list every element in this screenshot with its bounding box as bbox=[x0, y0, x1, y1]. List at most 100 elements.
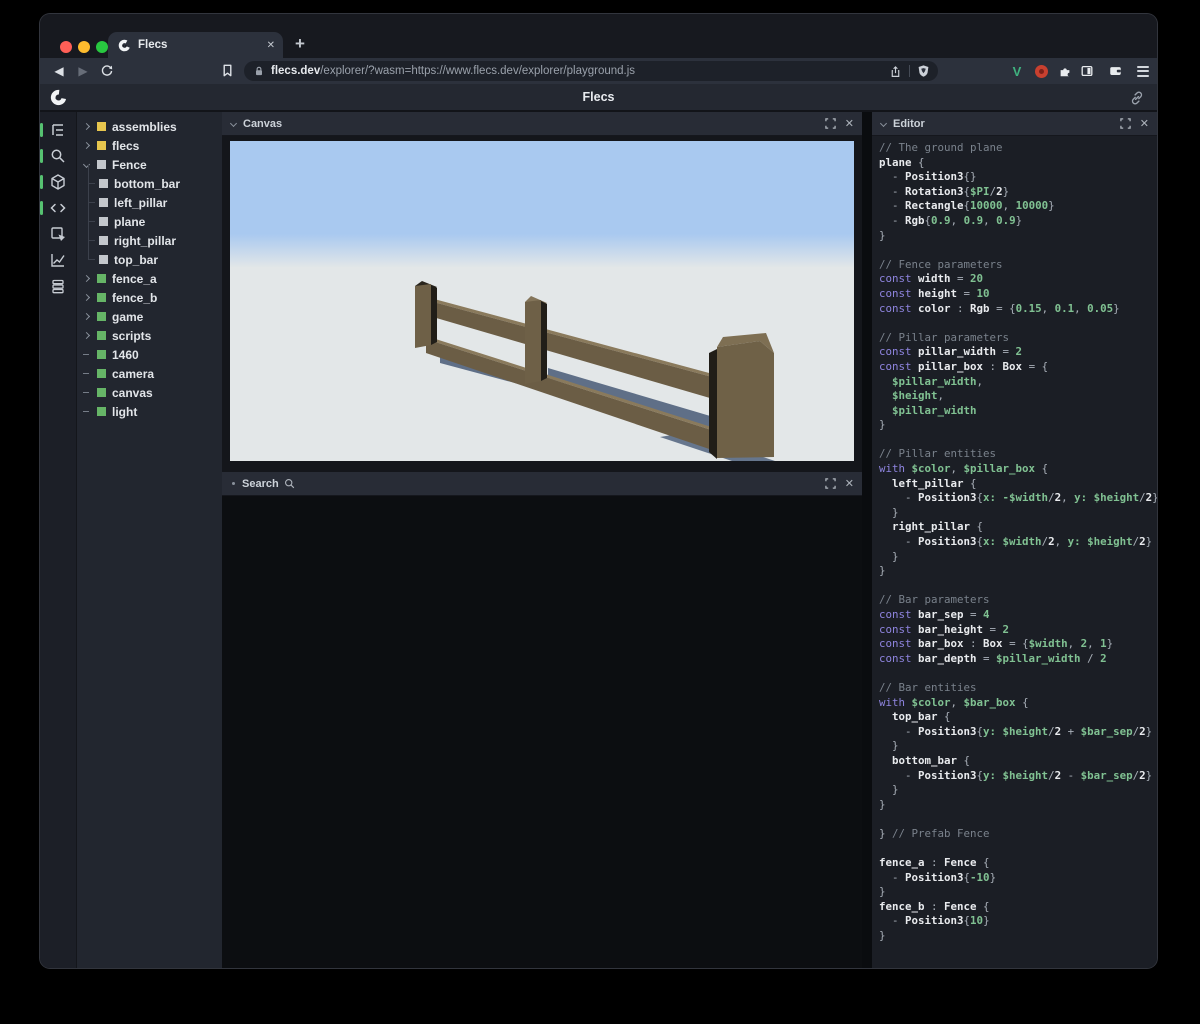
tab-title: Flecs bbox=[138, 39, 168, 51]
tree-item-light[interactable]: light bbox=[77, 402, 222, 421]
active-indicator bbox=[40, 123, 43, 137]
code-line: $height, bbox=[879, 389, 945, 403]
browser-window: Flecs ✕ + ◀ ▶ flecs.dev/explorer/?wasm=h… bbox=[40, 14, 1157, 968]
chevron-right-icon[interactable] bbox=[82, 312, 97, 321]
activity-commands-stack-button[interactable] bbox=[40, 273, 76, 299]
address-bar[interactable]: flecs.dev/explorer/?wasm=https://www.fle… bbox=[244, 61, 938, 81]
share-icon[interactable] bbox=[889, 65, 902, 78]
code-line: const height = 10 bbox=[879, 286, 990, 300]
code-line: right_pillar { bbox=[879, 520, 984, 534]
chevron-right-icon[interactable] bbox=[82, 331, 97, 340]
tree-item-fence_a[interactable]: fence_a bbox=[77, 269, 222, 288]
code-line: - Rectangle{10000, 10000} bbox=[879, 199, 1055, 213]
search-panel-body[interactable] bbox=[222, 496, 862, 968]
chevron-down-icon[interactable] bbox=[879, 119, 888, 128]
code-editor[interactable]: // The ground plane plane { - Position3{}… bbox=[872, 136, 1157, 968]
tree-item-scripts[interactable]: scripts bbox=[77, 326, 222, 345]
browser-toolbar: ◀ ▶ flecs.dev/explorer/?wasm=https://www… bbox=[40, 58, 1157, 84]
adblock-extension-icon[interactable] bbox=[1030, 58, 1052, 84]
chevron-right-icon[interactable] bbox=[82, 293, 97, 302]
activity-search-button[interactable] bbox=[40, 143, 76, 169]
sidebar-toggle-icon[interactable] bbox=[1076, 58, 1098, 84]
close-window-button[interactable] bbox=[60, 41, 72, 53]
close-icon[interactable]: ✕ bbox=[1140, 117, 1149, 130]
code-line: } bbox=[879, 549, 899, 563]
fullscreen-icon[interactable] bbox=[825, 478, 836, 489]
entity-tree-icon bbox=[52, 124, 63, 136]
entity-square-icon bbox=[99, 255, 108, 264]
tree-item-bottom_bar[interactable]: bottom_bar bbox=[77, 164, 222, 193]
code-line: } bbox=[879, 739, 899, 753]
tree-item-assemblies[interactable]: assemblies bbox=[77, 117, 222, 136]
tree-item-1460[interactable]: 1460 bbox=[77, 345, 222, 364]
tree-item-flecs[interactable]: flecs bbox=[77, 136, 222, 155]
code-line: } bbox=[879, 505, 899, 519]
back-button[interactable]: ◀ bbox=[48, 58, 70, 84]
new-tab-button[interactable]: + bbox=[295, 34, 305, 54]
tab-close-icon[interactable]: ✕ bbox=[267, 40, 275, 51]
code-line: const width = 20 bbox=[879, 272, 984, 286]
code-line: - Position3{-10} bbox=[879, 870, 997, 884]
sky bbox=[230, 141, 854, 235]
tree-item-camera[interactable]: camera bbox=[77, 364, 222, 383]
chevron-right-icon[interactable] bbox=[82, 274, 97, 283]
middle-pillar-side bbox=[541, 301, 547, 381]
code-line: } bbox=[879, 228, 886, 242]
chevron-right-icon[interactable] bbox=[82, 141, 97, 150]
code-line: $pillar_width bbox=[879, 403, 977, 417]
activity-inspector-button[interactable] bbox=[40, 221, 76, 247]
left-pillar bbox=[415, 284, 431, 348]
zoom-window-button[interactable] bbox=[96, 41, 108, 53]
tree-item-canvas[interactable]: canvas bbox=[77, 383, 222, 402]
brave-shield-icon[interactable] bbox=[917, 64, 930, 78]
fullscreen-icon[interactable] bbox=[825, 118, 836, 129]
tree-item-label: canvas bbox=[112, 385, 153, 400]
tree-item-label: scripts bbox=[112, 328, 152, 343]
close-icon[interactable]: ✕ bbox=[845, 477, 854, 490]
search-panel-title: Search bbox=[242, 477, 279, 490]
tree-item-fence_b[interactable]: fence_b bbox=[77, 288, 222, 307]
bookmark-icon[interactable] bbox=[220, 63, 235, 78]
tree-item-right_pillar[interactable]: right_pillar bbox=[77, 221, 222, 250]
fullscreen-icon[interactable] bbox=[1120, 118, 1131, 129]
tree-item-label: camera bbox=[112, 366, 155, 381]
minimize-window-button[interactable] bbox=[78, 41, 90, 53]
menu-icon[interactable] bbox=[1132, 58, 1154, 84]
tree-item-left_pillar[interactable]: left_pillar bbox=[77, 183, 222, 212]
scene-3d-fence[interactable] bbox=[230, 141, 854, 462]
entity-square-icon bbox=[97, 369, 106, 378]
wallet-icon[interactable] bbox=[1104, 58, 1126, 84]
chevron-down-icon[interactable] bbox=[82, 160, 97, 169]
entity-square-icon bbox=[99, 179, 108, 188]
chevron-down-icon[interactable] bbox=[229, 119, 238, 128]
code-line: - Position3{x: $width/2, y: $height/2} bbox=[879, 535, 1153, 549]
tree-item-label: light bbox=[112, 404, 138, 419]
close-icon[interactable]: ✕ bbox=[845, 117, 854, 130]
tree-item-Fence[interactable]: Fence bbox=[77, 155, 222, 174]
tree-item-label: assemblies bbox=[112, 119, 177, 134]
activity-scene-cube-button[interactable] bbox=[40, 169, 76, 195]
tree-item-top_bar[interactable]: top_bar bbox=[77, 240, 222, 269]
panel-dot-icon[interactable] bbox=[232, 482, 235, 485]
entity-square-icon bbox=[97, 122, 106, 131]
activity-stats-chart-button[interactable] bbox=[40, 247, 76, 273]
share-link-icon[interactable] bbox=[1129, 90, 1145, 106]
reload-button[interactable] bbox=[96, 58, 118, 84]
code-line: // Fence parameters bbox=[879, 257, 1003, 271]
code-line: top_bar { bbox=[879, 710, 951, 724]
tree-item-label: 1460 bbox=[112, 347, 139, 362]
tree-item-game[interactable]: game bbox=[77, 307, 222, 326]
vue-extension-icon[interactable]: V bbox=[1006, 58, 1028, 84]
extensions-puzzle-icon[interactable] bbox=[1054, 58, 1076, 84]
code-line: - Position3{10} bbox=[879, 914, 990, 928]
activity-code-editor-button[interactable] bbox=[40, 195, 76, 221]
editor-panel-title: Editor bbox=[893, 117, 925, 130]
activity-entity-tree-button[interactable] bbox=[40, 117, 76, 143]
chevron-right-icon[interactable] bbox=[82, 122, 97, 131]
code-line: fence_a : Fence { bbox=[879, 856, 990, 870]
tab-flecs[interactable]: Flecs ✕ bbox=[108, 32, 283, 58]
tree-item-plane[interactable]: plane bbox=[77, 202, 222, 231]
